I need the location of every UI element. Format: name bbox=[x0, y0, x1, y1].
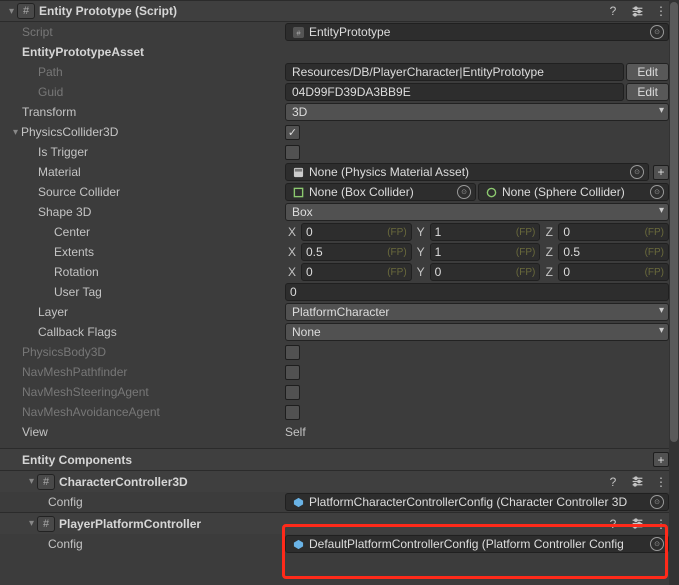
guid-label: Guid bbox=[0, 85, 285, 99]
center-x-input[interactable]: 0(FP) bbox=[301, 223, 412, 241]
axis-x: X bbox=[285, 225, 299, 239]
callback-dropdown[interactable]: None bbox=[285, 323, 669, 341]
axis-z: Z bbox=[542, 225, 556, 239]
physicsbody-checkbox[interactable] bbox=[285, 345, 300, 360]
component-title: Entity Prototype (Script) bbox=[39, 4, 177, 18]
csharp-icon: # bbox=[292, 26, 304, 38]
script-label: Script bbox=[0, 25, 285, 39]
navmeshavoidance-checkbox[interactable] bbox=[285, 405, 300, 420]
sourcecollider-label: Source Collider bbox=[0, 185, 285, 199]
navmeshpathfinder-label: NavMeshPathfinder bbox=[0, 365, 285, 379]
preset-icon[interactable] bbox=[629, 516, 645, 532]
box-collider-picker[interactable]: ⊙ bbox=[457, 185, 471, 199]
pp-config-picker[interactable]: ⊙ bbox=[650, 537, 664, 551]
script-chip-icon: # bbox=[37, 474, 55, 490]
cc-config-field[interactable]: PlatformCharacterControllerConfig (Chara… bbox=[285, 493, 669, 511]
script-field: # EntityPrototype ⊙ bbox=[285, 23, 669, 41]
callback-label: Callback Flags bbox=[0, 325, 285, 339]
asset-heading: EntityPrototypeAsset bbox=[0, 45, 285, 59]
transform-dropdown[interactable]: 3D bbox=[285, 103, 669, 121]
navmeshavoidance-label: NavMeshAvoidanceAgent bbox=[0, 405, 285, 419]
center-label: Center bbox=[0, 225, 285, 239]
box-collider-icon bbox=[292, 186, 304, 198]
extents-y-input[interactable]: 1(FP) bbox=[430, 243, 541, 261]
playerplatform-title: PlayerPlatformController bbox=[59, 517, 201, 531]
script-chip-icon: # bbox=[17, 3, 35, 19]
material-add-button[interactable]: + bbox=[653, 165, 669, 180]
scriptable-icon bbox=[292, 496, 304, 508]
foldout-entity-prototype[interactable]: ▾ bbox=[6, 6, 17, 17]
material-label: Material bbox=[0, 165, 285, 179]
axis-y: Y bbox=[414, 225, 428, 239]
guid-field: 04D99FD39DA3BB9E bbox=[285, 83, 624, 101]
transform-label: Transform bbox=[0, 105, 285, 119]
entity-components-heading: Entity Components bbox=[0, 453, 285, 467]
center-z-input[interactable]: 0(FP) bbox=[558, 223, 669, 241]
scrollbar-thumb[interactable] bbox=[670, 2, 678, 442]
navmeshsteering-label: NavMeshSteeringAgent bbox=[0, 385, 285, 399]
script-chip-icon: # bbox=[37, 516, 55, 532]
charactercontroller-title: CharacterController3D bbox=[59, 475, 188, 489]
guid-edit-button[interactable]: Edit bbox=[626, 83, 669, 101]
box-collider-field[interactable]: None (Box Collider) ⊙ bbox=[285, 183, 476, 201]
kebab-icon[interactable]: ⋮ bbox=[653, 516, 669, 532]
navmeshpathfinder-checkbox[interactable] bbox=[285, 365, 300, 380]
navmeshsteering-checkbox[interactable] bbox=[285, 385, 300, 400]
rotation-y-input[interactable]: 0(FP) bbox=[430, 263, 541, 281]
sphere-collider-icon bbox=[485, 186, 497, 198]
pp-config-label: Config bbox=[0, 537, 285, 551]
foldout-playerplatform[interactable]: ▾ bbox=[26, 518, 37, 529]
physicscollider-label: PhysicsCollider3D bbox=[21, 125, 118, 139]
shape-dropdown[interactable]: Box bbox=[285, 203, 669, 221]
add-component-button[interactable]: + bbox=[653, 452, 669, 467]
rotation-label: Rotation bbox=[0, 265, 285, 279]
shape-label: Shape 3D bbox=[0, 205, 285, 219]
help-icon[interactable]: ? bbox=[605, 3, 621, 19]
material-picker[interactable]: ⊙ bbox=[630, 165, 644, 179]
extents-label: Extents bbox=[0, 245, 285, 259]
script-value: EntityPrototype bbox=[309, 25, 390, 39]
usertag-input[interactable]: 0 bbox=[285, 283, 669, 301]
cc-config-label: Config bbox=[0, 495, 285, 509]
extents-z-input[interactable]: 0.5(FP) bbox=[558, 243, 669, 261]
pp-config-field[interactable]: DefaultPlatformControllerConfig (Platfor… bbox=[285, 535, 669, 553]
istrigger-checkbox[interactable] bbox=[285, 145, 300, 160]
sphere-collider-field[interactable]: None (Sphere Collider) ⊙ bbox=[478, 183, 669, 201]
physicsbody-label: PhysicsBody3D bbox=[0, 345, 285, 359]
foldout-physicscollider[interactable]: ▾ bbox=[10, 127, 21, 138]
physicscollider-enable-checkbox[interactable]: ✓ bbox=[285, 125, 300, 140]
path-edit-button[interactable]: Edit bbox=[626, 63, 669, 81]
path-field: Resources/DB/PlayerCharacter|EntityProto… bbox=[285, 63, 624, 81]
rotation-x-input[interactable]: 0(FP) bbox=[301, 263, 412, 281]
istrigger-label: Is Trigger bbox=[0, 145, 285, 159]
kebab-icon[interactable]: ⋮ bbox=[653, 474, 669, 490]
cc-config-picker[interactable]: ⊙ bbox=[650, 495, 664, 509]
kebab-icon[interactable]: ⋮ bbox=[653, 3, 669, 19]
view-label: View bbox=[0, 425, 285, 439]
center-y-input[interactable]: 1(FP) bbox=[430, 223, 541, 241]
material-field[interactable]: None (Physics Material Asset) ⊙ bbox=[285, 163, 649, 181]
preset-icon[interactable] bbox=[629, 3, 645, 19]
usertag-label: User Tag bbox=[0, 285, 285, 299]
view-value: Self bbox=[285, 425, 306, 439]
preset-icon[interactable] bbox=[629, 474, 645, 490]
rotation-z-input[interactable]: 0(FP) bbox=[558, 263, 669, 281]
asset-icon bbox=[292, 166, 304, 178]
help-icon[interactable]: ? bbox=[605, 516, 621, 532]
vertical-scrollbar[interactable] bbox=[669, 0, 679, 585]
foldout-charactercontroller[interactable]: ▾ bbox=[26, 476, 37, 487]
script-picker[interactable]: ⊙ bbox=[650, 25, 664, 39]
help-icon[interactable]: ? bbox=[605, 474, 621, 490]
layer-label: Layer bbox=[0, 305, 285, 319]
layer-dropdown[interactable]: PlatformCharacter bbox=[285, 303, 669, 321]
sphere-collider-picker[interactable]: ⊙ bbox=[650, 185, 664, 199]
path-label: Path bbox=[0, 65, 285, 79]
scriptable-icon bbox=[292, 538, 304, 550]
extents-x-input[interactable]: 0.5(FP) bbox=[301, 243, 412, 261]
